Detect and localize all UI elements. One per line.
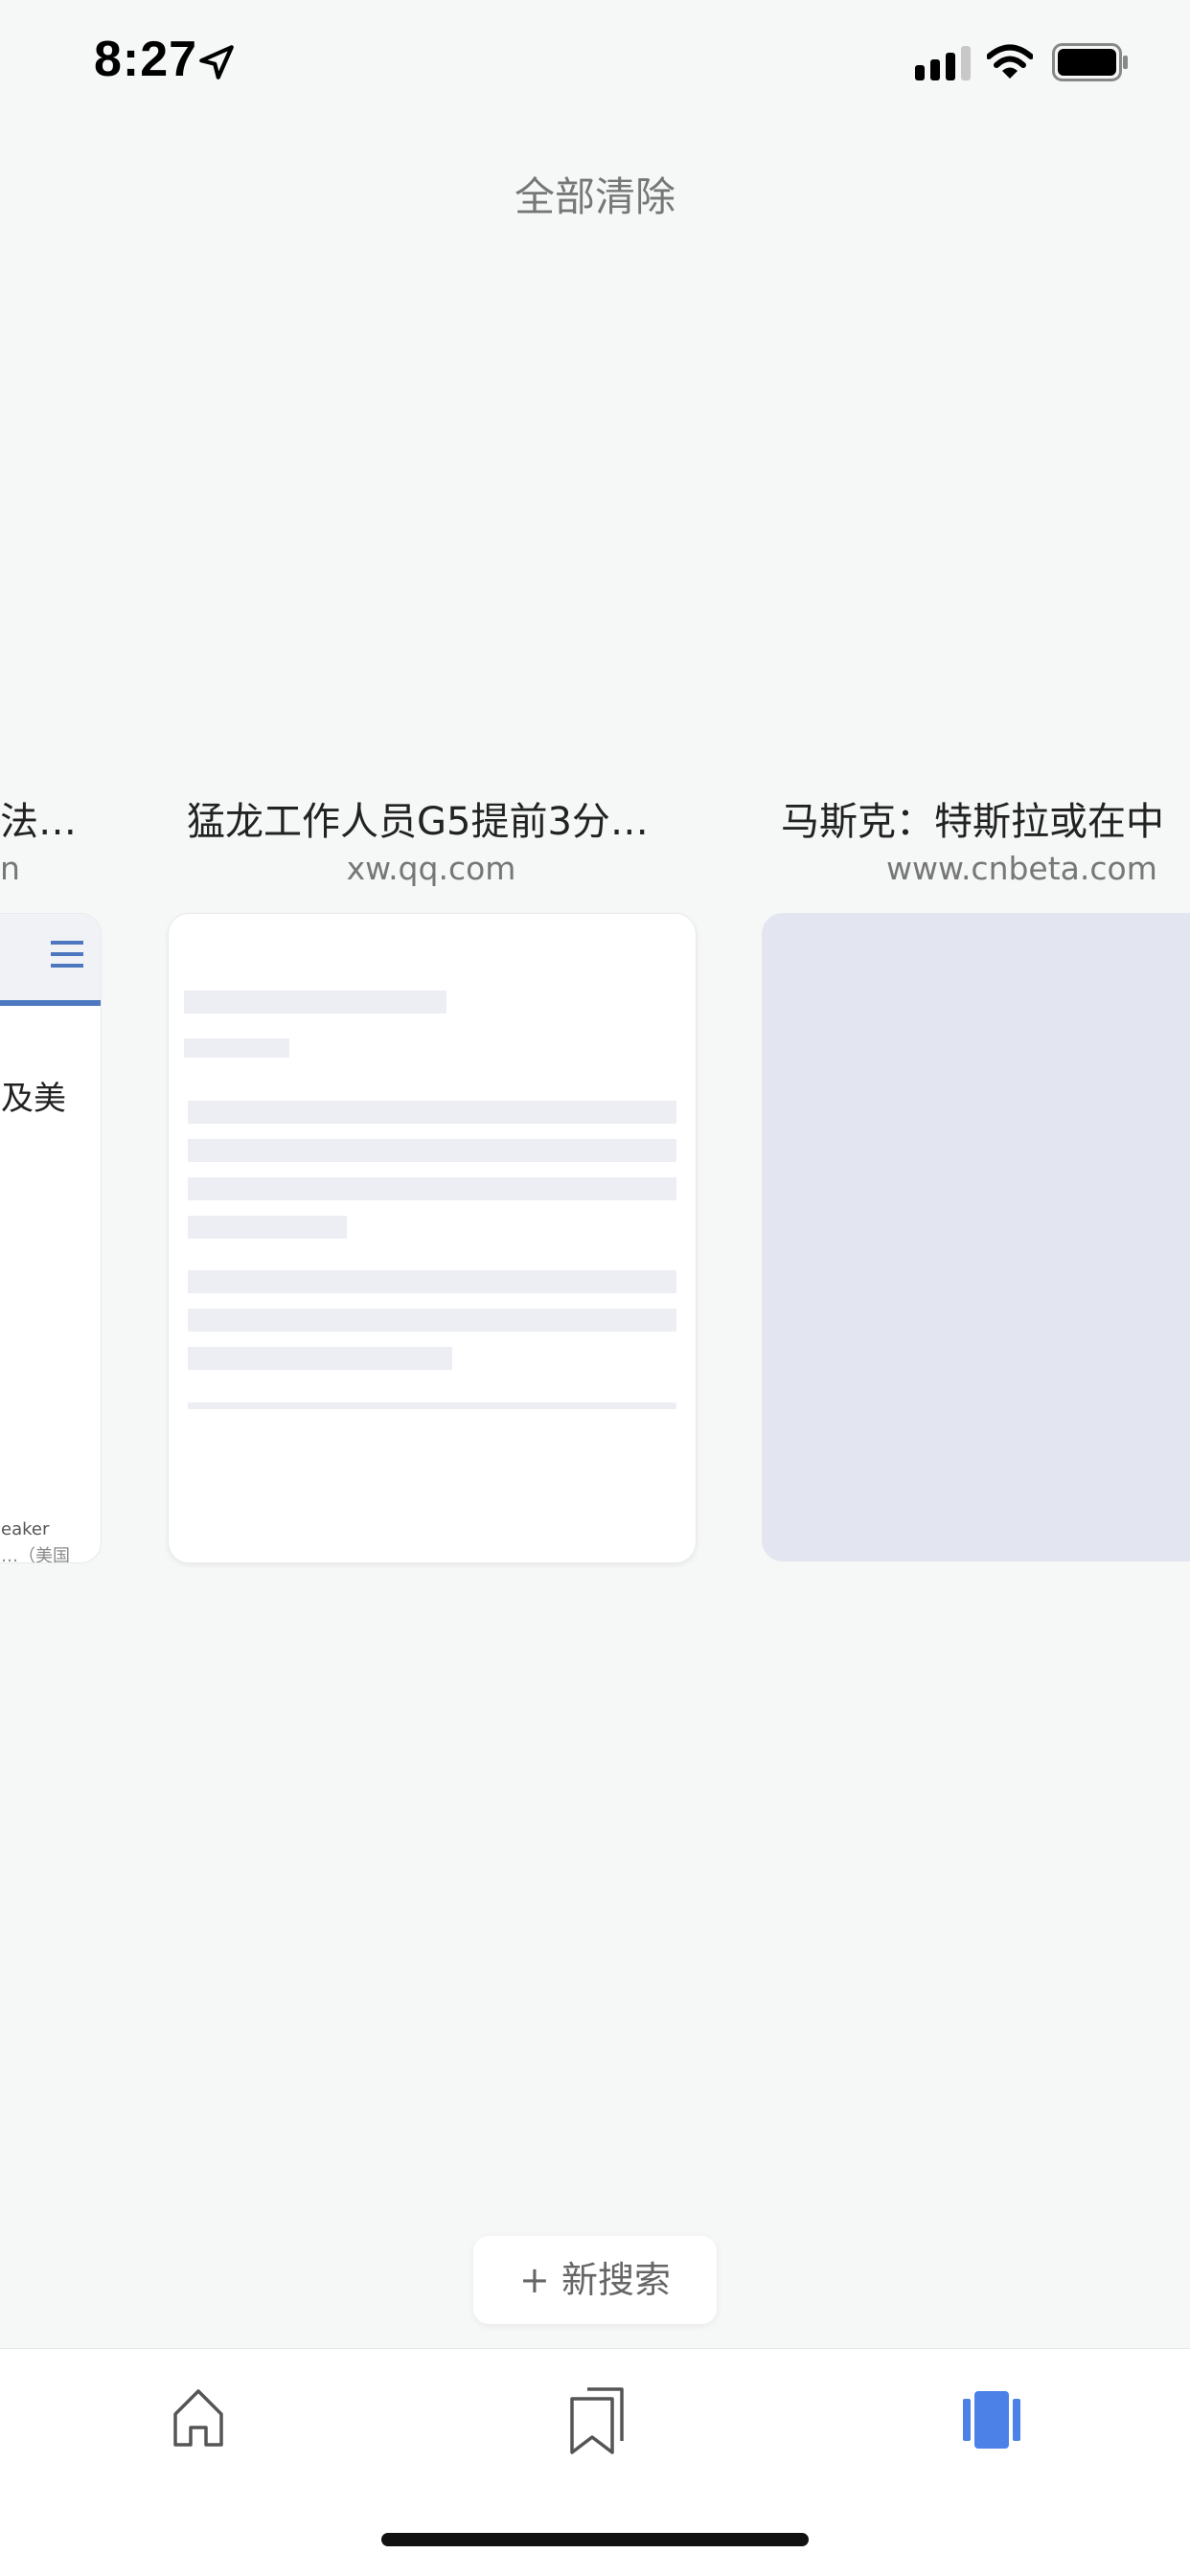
tab-card[interactable]: 及美 eaker …（美国 <box>0 913 102 1563</box>
tab-title[interactable]: 马斯克：特斯拉或在中 <box>781 790 1190 846</box>
preview-footer-text: eaker <box>1 1519 50 1539</box>
tab-domain: www.cnbeta.com <box>886 850 1157 887</box>
placeholder-line <box>188 1139 676 1162</box>
placeholder-line <box>188 1270 676 1293</box>
placeholder-line <box>184 1038 289 1058</box>
cellular-signal-icon <box>915 46 971 80</box>
tab-card[interactable] <box>762 913 1190 1562</box>
tab-domain: n <box>0 850 20 887</box>
status-bar: 8:27 <box>0 0 1190 129</box>
home-indicator <box>381 2533 809 2546</box>
placeholder-line <box>188 1402 676 1409</box>
placeholder-line <box>188 1216 347 1239</box>
menu-icon <box>51 941 83 968</box>
tabs-icon[interactable] <box>933 2374 1048 2460</box>
tab-title[interactable]: 法… <box>0 790 86 846</box>
placeholder-line <box>184 991 446 1014</box>
preview-text: 及美 <box>1 1080 66 1118</box>
bookmarks-icon[interactable] <box>539 2374 654 2460</box>
placeholder-line <box>188 1177 676 1200</box>
tab-title[interactable]: 猛龙工作人员G5提前3分… <box>187 790 685 846</box>
tab-card[interactable] <box>168 913 697 1563</box>
tab-domain: xw.qq.com <box>346 850 516 887</box>
status-time: 8:27 <box>94 32 198 87</box>
wifi-icon <box>987 44 1033 79</box>
placeholder-line <box>188 1347 452 1370</box>
placeholder-line <box>188 1309 676 1332</box>
home-icon[interactable] <box>141 2374 256 2460</box>
preview-header <box>0 914 101 1006</box>
placeholder-line <box>188 1101 676 1124</box>
preview-footer-text: …（美国 <box>1 1546 70 1563</box>
new-search-button[interactable]: + 新搜索 <box>473 2236 717 2324</box>
battery-icon <box>1052 43 1128 81</box>
location-arrow-icon <box>199 45 234 80</box>
clear-all-button[interactable]: 全部清除 <box>0 165 1190 223</box>
